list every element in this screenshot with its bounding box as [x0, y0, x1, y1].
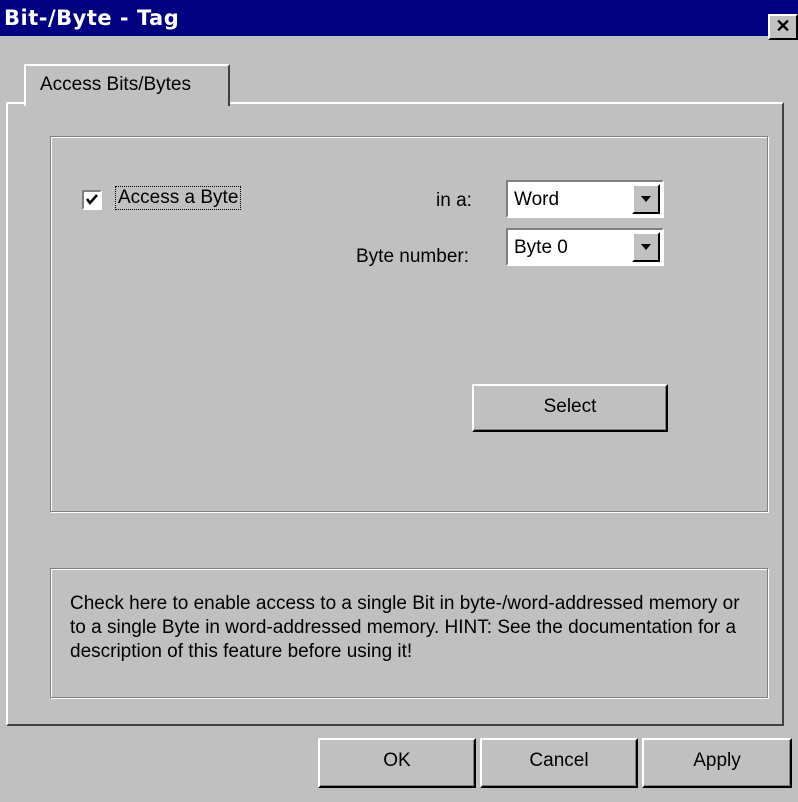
- cancel-button[interactable]: Cancel: [480, 738, 638, 788]
- close-button[interactable]: ✕: [768, 14, 798, 40]
- title-bar: Bit-/Byte - Tag: [0, 0, 798, 36]
- in-a-dropdown-button[interactable]: [632, 184, 660, 214]
- check-icon: [86, 194, 98, 205]
- byte-number-dropdown[interactable]: Byte 0: [506, 228, 664, 266]
- cancel-button-label: Cancel: [529, 750, 589, 771]
- apply-button-label: Apply: [693, 750, 741, 771]
- window-title: Bit-/Byte - Tag: [4, 6, 180, 30]
- in-a-value: Word: [514, 189, 560, 210]
- chevron-down-icon: [641, 244, 651, 250]
- hint-text: Check here to enable access to a single …: [70, 593, 740, 662]
- access-byte-checkbox[interactable]: [82, 190, 102, 210]
- in-a-dropdown[interactable]: Word: [506, 180, 664, 218]
- select-button[interactable]: Select: [472, 384, 668, 432]
- apply-button[interactable]: Apply: [642, 738, 792, 788]
- access-byte-label[interactable]: Access a Byte: [114, 186, 242, 210]
- ok-button-label: OK: [383, 750, 411, 771]
- close-icon: ✕: [775, 16, 791, 36]
- chevron-down-icon: [641, 196, 651, 202]
- ok-button[interactable]: OK: [318, 738, 476, 788]
- byte-number-dropdown-button[interactable]: [632, 232, 660, 262]
- tab-access-bits-bytes[interactable]: Access Bits/Bytes: [24, 64, 230, 106]
- in-a-label: in a:: [436, 190, 472, 211]
- tab-label: Access Bits/Bytes: [40, 74, 191, 95]
- select-button-label: Select: [543, 396, 597, 417]
- byte-number-label: Byte number:: [356, 246, 469, 267]
- byte-number-value: Byte 0: [514, 237, 568, 258]
